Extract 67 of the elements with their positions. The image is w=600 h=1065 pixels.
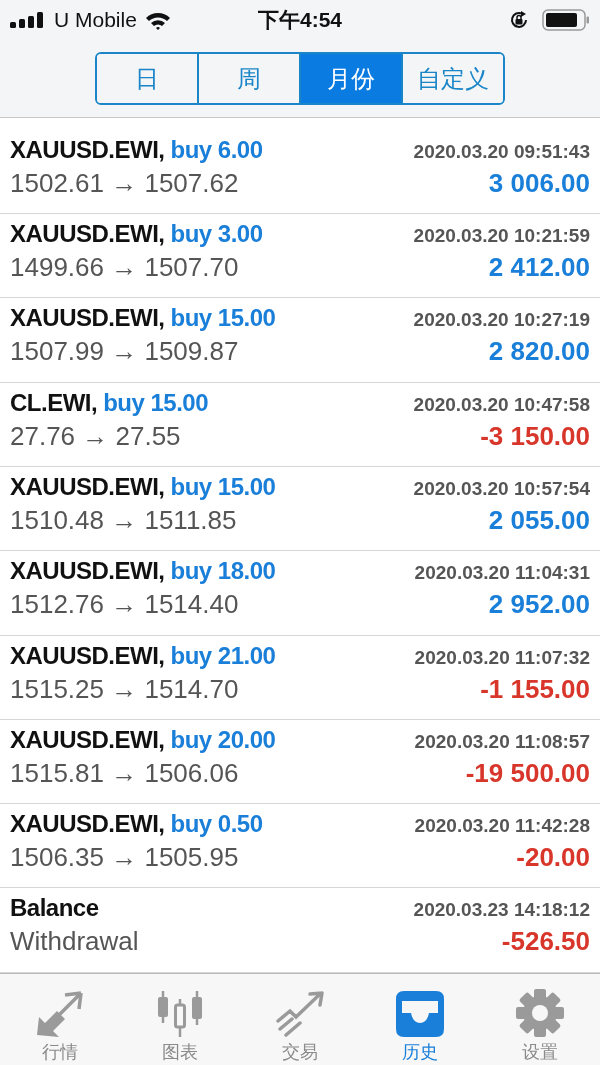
profit-value: -20.00	[516, 842, 590, 874]
deal-time: 2020.03.20 10:21:59	[413, 225, 590, 248]
profit-value: -3 150.00	[480, 420, 590, 452]
price-range: 1515.81 → 1506.06	[10, 757, 239, 789]
deal-time: 2020.03.20 11:42:28	[414, 815, 590, 838]
order-side: buy 20.00	[170, 725, 276, 754]
symbol-text: CL.EWI,	[10, 388, 98, 417]
price-range: 1510.48 → 1511.85	[10, 504, 237, 536]
order-side: buy 3.00	[170, 220, 263, 249]
symbol-text: XAUUSD.EWI,	[10, 641, 165, 670]
symbol-text: XAUUSD.EWI,	[10, 557, 165, 586]
symbol-text: XAUUSD.EWI,	[10, 810, 165, 839]
order-side: buy 18.00	[170, 557, 276, 586]
profit-value: -19 500.00	[465, 757, 590, 789]
price-range: 1502.61 → 1507.62	[10, 167, 239, 199]
deal-time: 2020.03.20 11:04:31	[414, 562, 590, 585]
profit-value: 3 006.00	[488, 167, 590, 199]
nav-tab[interactable]: 设置	[480, 973, 600, 1065]
period-tab[interactable]: 月份	[299, 54, 401, 103]
battery-icon	[542, 9, 590, 31]
deal-time: 2020.03.20 10:57:54	[413, 477, 590, 500]
candlestick-icon	[156, 991, 204, 1037]
profit-value: 2 820.00	[488, 336, 590, 368]
order-side: buy 15.00	[103, 388, 209, 417]
order-side: buy 6.00	[170, 135, 263, 164]
profit-value: 2 055.00	[488, 504, 590, 536]
inbox-tray-icon	[396, 991, 444, 1037]
price-range: 27.76 → 27.55	[10, 420, 181, 452]
carrier-name: U Mobile	[54, 8, 137, 32]
deal-time: 2020.03.20 10:27:19	[413, 309, 590, 332]
price-range: 1512.76 → 1514.40	[10, 589, 239, 621]
diagonal-arrows-icon	[35, 991, 85, 1037]
profit-value: -526.50	[501, 926, 590, 958]
operation-type: Balance	[10, 894, 99, 923]
clock-time: 下午4:54	[258, 7, 342, 33]
profit-value: 2 412.00	[488, 252, 590, 284]
rotation-lock-icon	[508, 9, 530, 31]
symbol-text: XAUUSD.EWI,	[10, 304, 165, 333]
nav-tab[interactable]: 行情	[0, 973, 120, 1065]
symbol-text: XAUUSD.EWI,	[10, 135, 165, 164]
rising-arrow-icon	[276, 991, 324, 1037]
period-tab[interactable]: 自定义	[401, 54, 503, 103]
nav-tab[interactable]: 历史	[360, 973, 480, 1065]
deal-time: 2020.03.20 10:47:58	[413, 393, 590, 416]
order-side: buy 15.00	[170, 472, 276, 501]
signal-icon	[10, 12, 46, 28]
deal-time: 2020.03.20 11:08:57	[414, 730, 590, 753]
price-range: 1506.35 → 1505.95	[10, 842, 239, 874]
price-range: 1507.99 → 1509.87	[10, 336, 239, 368]
order-side: buy 21.00	[170, 641, 276, 670]
settings-icon	[516, 989, 564, 1037]
symbol-text: XAUUSD.EWI,	[10, 725, 165, 754]
operation-comment: Withdrawal	[10, 926, 139, 958]
price-range: 1515.25 → 1514.70	[10, 673, 239, 705]
nav-tab[interactable]: 图表	[120, 973, 240, 1065]
symbol-text: XAUUSD.EWI,	[10, 220, 165, 249]
deal-time: 2020.03.20 09:51:43	[413, 140, 590, 163]
order-side: buy 15.00	[170, 304, 276, 333]
price-range: 1499.66 → 1507.70	[10, 252, 239, 284]
deal-time: 2020.03.23 14:18:12	[413, 899, 590, 922]
nav-tab[interactable]: 交易	[240, 973, 360, 1065]
symbol-text: XAUUSD.EWI,	[10, 472, 165, 501]
deal-time: 2020.03.20 11:07:32	[414, 646, 590, 669]
order-side: buy 0.50	[170, 810, 263, 839]
wifi-icon	[144, 10, 171, 30]
profit-value: 2 952.00	[488, 589, 590, 621]
profit-value: -1 155.00	[480, 673, 590, 705]
